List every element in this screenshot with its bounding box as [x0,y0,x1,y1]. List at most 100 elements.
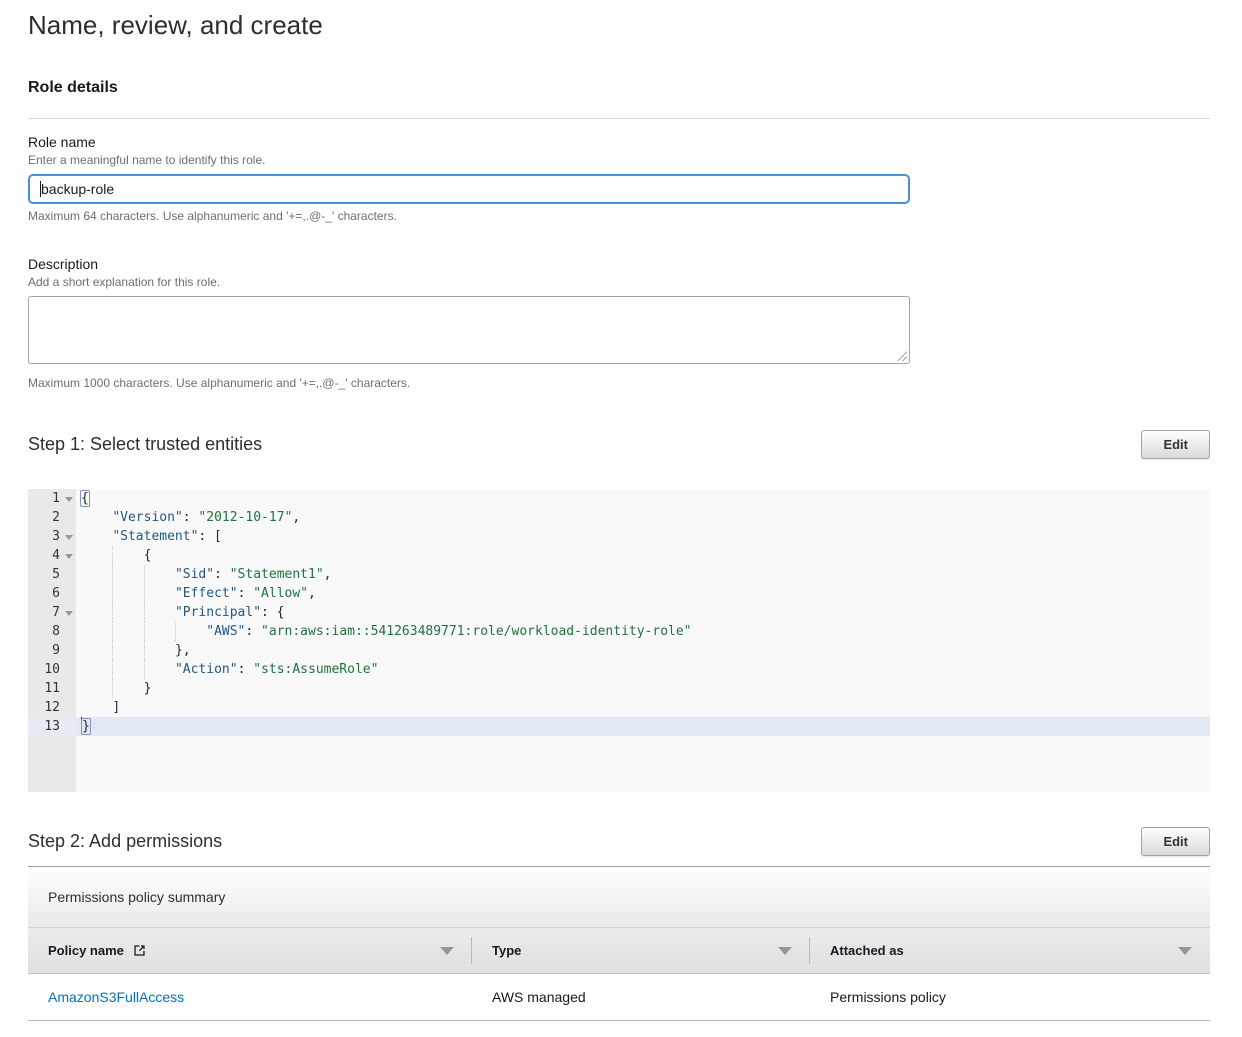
json-punctuation: ] [112,700,120,715]
sort-triangle-icon[interactable] [1178,947,1192,955]
step1-header-row: Step 1: Select trusted entities Edit [28,429,1210,459]
indent-guide [81,660,112,679]
indent-guide [81,565,112,584]
code-line-content[interactable]: "Principal": { [76,603,1210,622]
code-line-content[interactable]: "Statement": [ [76,527,1210,546]
policy-editor-lines: 1{2 "Version": "2012-10-17",3 "Statement… [28,489,1210,736]
table-header-row: Policy name Type Attached as [28,927,1210,974]
column-header-type[interactable]: Type [472,928,810,973]
editor-line[interactable]: 13} [28,717,1210,736]
sort-triangle-icon[interactable] [440,947,454,955]
editor-line[interactable]: 8 "AWS": "arn:aws:iam::541263489771:role… [28,622,1210,641]
fold-arrow-icon[interactable] [65,554,73,559]
code-line-content[interactable]: "Sid": "Statement1", [76,565,1210,584]
line-number-text: 11 [44,681,60,696]
line-number-text: 12 [44,700,60,715]
editor-line[interactable]: 7 "Principal": { [28,603,1210,622]
table-row: AmazonS3FullAccessAWS managedPermissions… [28,974,1210,1021]
attached-as-cell: Permissions policy [810,989,1210,1005]
line-number: 9 [28,641,76,660]
line-number-text: 10 [44,662,60,677]
editor-line[interactable]: 2 "Version": "2012-10-17", [28,508,1210,527]
indent-guide [112,546,144,565]
json-punctuation: } [144,681,152,696]
role-name-help: Enter a meaningful name to identify this… [28,153,1210,167]
code-line-content[interactable]: "Version": "2012-10-17", [76,508,1210,527]
indent-guide [112,660,144,679]
indent-guide [112,565,144,584]
indent-guide [112,622,144,641]
fold-arrow-icon[interactable] [65,611,73,616]
step1-edit-button[interactable]: Edit [1141,430,1210,459]
step2-edit-button[interactable]: Edit [1141,827,1210,856]
fold-arrow-icon[interactable] [65,497,73,502]
json-string: "2012-10-17" [198,510,292,525]
json-punctuation: : [ [198,529,221,544]
line-number-text: 8 [52,624,60,639]
indent-guide [175,622,207,641]
table-body: AmazonS3FullAccessAWS managedPermissions… [28,974,1210,1021]
json-key: "Statement" [112,529,198,544]
indent-guide [81,622,112,641]
editor-line[interactable]: 3 "Statement": [ [28,527,1210,546]
code-line-content[interactable]: }, [76,641,1210,660]
json-string: "Statement1" [230,567,324,582]
code-line-content[interactable]: "Effect": "Allow", [76,584,1210,603]
column-header-label: Attached as [830,943,904,958]
indent-guide [112,584,144,603]
line-number: 6 [28,584,76,603]
line-number: 10 [28,660,76,679]
line-number-text: 6 [52,586,60,601]
editor-line[interactable]: 11 } [28,679,1210,698]
name-review-create-page: Name, review, and create Role details Ro… [0,0,1242,1037]
indent-guide [81,508,112,527]
json-key: "Version" [112,510,182,525]
editor-line[interactable]: 10 "Action": "sts:AssumeRole" [28,660,1210,679]
code-line-content[interactable]: } [76,717,1210,736]
json-string: "arn:aws:iam::541263489771:role/workload… [261,624,691,639]
indent-guide [112,641,144,660]
code-line-content[interactable]: } [76,679,1210,698]
line-number: 12 [28,698,76,717]
code-line-content[interactable]: "AWS": "arn:aws:iam::541263489771:role/w… [76,622,1210,641]
fold-arrow-icon[interactable] [65,535,73,540]
line-number-text: 1 [52,491,60,506]
policy-name-link[interactable]: AmazonS3FullAccess [48,989,184,1005]
json-key: "Principal" [175,605,261,620]
section-divider [28,118,1210,119]
json-string: "sts:AssumeRole" [253,662,378,677]
code-line-content[interactable]: ] [76,698,1210,717]
editor-line[interactable]: 1{ [28,489,1210,508]
description-textarea[interactable] [28,296,910,364]
line-number-text: 9 [52,643,60,658]
step1-heading: Step 1: Select trusted entities [28,434,262,455]
editor-line[interactable]: 12 ] [28,698,1210,717]
column-header-label: Type [492,943,521,958]
editor-line[interactable]: 4 { [28,546,1210,565]
indent-guide [112,679,144,698]
json-string: "Allow" [253,586,308,601]
indent-guide [144,641,176,660]
column-header-policy-name[interactable]: Policy name [28,928,472,973]
editor-line[interactable]: 6 "Effect": "Allow", [28,584,1210,603]
column-header-label: Policy name [48,943,124,958]
indent-guide [112,603,144,622]
code-line-content[interactable]: "Action": "sts:AssumeRole" [76,660,1210,679]
permissions-summary-panel: Permissions policy summary Policy nameTy… [28,866,1210,1021]
sort-triangle-icon[interactable] [778,947,792,955]
code-line-content[interactable]: { [76,489,1210,508]
editor-line[interactable]: 5 "Sid": "Statement1", [28,565,1210,584]
trust-policy-editor[interactable]: 1{2 "Version": "2012-10-17",3 "Statement… [28,489,1210,792]
editor-line[interactable]: 9 }, [28,641,1210,660]
indent-guide [81,584,112,603]
role-name-input[interactable]: backup-role [28,174,910,204]
indent-guide [81,641,112,660]
code-line-content[interactable]: { [76,546,1210,565]
role-name-label: Role name [28,134,1210,151]
json-punctuation: : [238,586,254,601]
column-header-attached-as[interactable]: Attached as [810,928,1210,973]
line-number-text: 2 [52,510,60,525]
indent-guide [81,698,112,717]
resize-handle-icon[interactable] [897,351,907,361]
indent-guide [144,603,176,622]
